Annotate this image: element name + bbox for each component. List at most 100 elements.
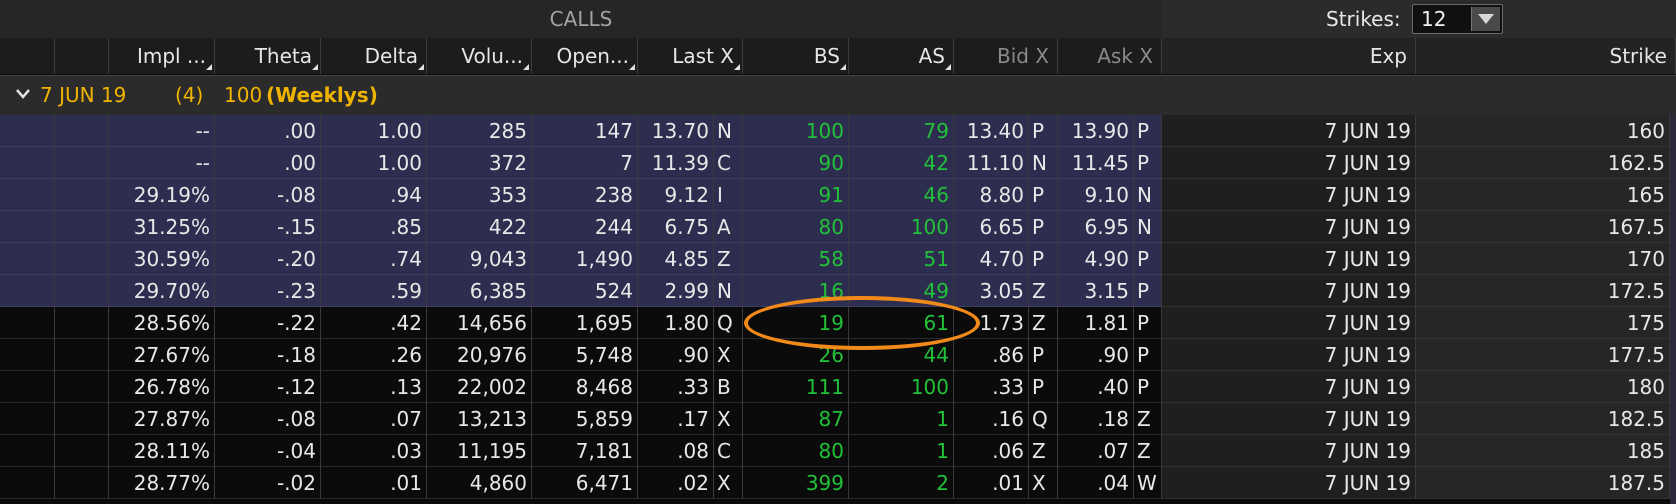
delta-cell[interactable]: .13 bbox=[321, 371, 427, 403]
bid-exchange-cell[interactable]: Z bbox=[1029, 275, 1058, 307]
ask-size-cell[interactable]: 79 bbox=[849, 115, 954, 147]
strike-cell[interactable]: 187.5 bbox=[1416, 467, 1670, 499]
theta-cell[interactable]: -.08 bbox=[215, 403, 321, 435]
bid-size-cell[interactable]: 90 bbox=[743, 147, 849, 179]
open-interest-cell[interactable]: 1,490 bbox=[532, 243, 638, 275]
bid-size-cell[interactable]: 111 bbox=[743, 371, 849, 403]
ask-size-cell[interactable]: 51 bbox=[849, 243, 954, 275]
last-x-header[interactable]: Last X bbox=[638, 38, 743, 74]
ask-cell[interactable]: .40 bbox=[1058, 371, 1134, 403]
volume-cell[interactable]: 372 bbox=[427, 147, 532, 179]
impl-vol-cell[interactable]: 30.59% bbox=[109, 243, 215, 275]
impl-vol-cell[interactable]: 29.19% bbox=[109, 179, 215, 211]
last-cell[interactable]: 11.39 bbox=[638, 147, 714, 179]
volume-cell[interactable]: 4,860 bbox=[427, 467, 532, 499]
ask-size-cell[interactable]: 100 bbox=[849, 371, 954, 403]
last-cell[interactable]: 13.70 bbox=[638, 115, 714, 147]
bid-size-cell[interactable]: 80 bbox=[743, 435, 849, 467]
ask-size-cell[interactable]: 2 bbox=[849, 467, 954, 499]
strike-cell[interactable]: 170 bbox=[1416, 243, 1670, 275]
bid-exchange-cell[interactable]: Z bbox=[1029, 307, 1058, 339]
ask-cell[interactable]: 11.45 bbox=[1058, 147, 1134, 179]
ask-cell[interactable]: 6.95 bbox=[1058, 211, 1134, 243]
strike-cell[interactable]: 177.5 bbox=[1416, 339, 1670, 371]
exp-cell[interactable]: 7 JUN 19 bbox=[1162, 307, 1416, 339]
ask-exchange-cell[interactable]: P bbox=[1134, 307, 1162, 339]
ask-exchange-cell[interactable]: N bbox=[1134, 179, 1162, 211]
volume-cell[interactable]: 353 bbox=[427, 179, 532, 211]
ask-exchange-cell[interactable]: P bbox=[1134, 371, 1162, 403]
ask-size-cell[interactable]: 46 bbox=[849, 179, 954, 211]
impl-vol-cell[interactable]: 28.77% bbox=[109, 467, 215, 499]
ask-size-cell[interactable]: 1 bbox=[849, 403, 954, 435]
last-cell[interactable]: 2.99 bbox=[638, 275, 714, 307]
theta-cell[interactable]: -.20 bbox=[215, 243, 321, 275]
last-cell[interactable]: 6.75 bbox=[638, 211, 714, 243]
theta-cell[interactable]: -.12 bbox=[215, 371, 321, 403]
bid-cell[interactable]: .06 bbox=[954, 435, 1029, 467]
ask-cell[interactable]: 3.15 bbox=[1058, 275, 1134, 307]
theta-cell[interactable]: .00 bbox=[215, 147, 321, 179]
bid-exchange-cell[interactable]: N bbox=[1029, 147, 1058, 179]
delta-header[interactable]: Delta bbox=[321, 38, 427, 74]
bid-size-header[interactable]: BS bbox=[743, 38, 849, 74]
volume-cell[interactable]: 13,213 bbox=[427, 403, 532, 435]
exp-cell[interactable]: 7 JUN 19 bbox=[1162, 275, 1416, 307]
impl-vol-cell[interactable]: 26.78% bbox=[109, 371, 215, 403]
table-row[interactable]: -- .00 1.00 372 7 11.39 C 90 42 11.10 N 11.45 P 7 JUN… bbox=[0, 147, 1676, 179]
table-row[interactable]: 30.59% -.20.74 9,043 1,490 4.85 Z 58 51 4.70 P 4.9… bbox=[0, 243, 1676, 275]
volume-cell[interactable]: 9,043 bbox=[427, 243, 532, 275]
bid-cell[interactable]: 8.80 bbox=[954, 179, 1029, 211]
theta-cell[interactable]: -.15 bbox=[215, 211, 321, 243]
open-interest-cell[interactable]: 7,181 bbox=[532, 435, 638, 467]
ask-size-header[interactable]: AS bbox=[849, 38, 954, 74]
last-cell[interactable]: .33 bbox=[638, 371, 714, 403]
volume-cell[interactable]: 285 bbox=[427, 115, 532, 147]
strike-header[interactable]: Strike bbox=[1416, 38, 1676, 74]
delta-cell[interactable]: .07 bbox=[321, 403, 427, 435]
ask-cell[interactable]: 13.90 bbox=[1058, 115, 1134, 147]
impl-vol-cell[interactable]: 28.11% bbox=[109, 435, 215, 467]
volume-cell[interactable]: 422 bbox=[427, 211, 532, 243]
bid-cell[interactable]: .01 bbox=[954, 467, 1029, 499]
table-row[interactable]: -- .00 1.00 285 147 13.70 N 100 79 13.40 P 13.90 P 7 … bbox=[0, 115, 1676, 147]
last-exchange-cell[interactable]: Q bbox=[714, 307, 743, 339]
delta-cell[interactable]: .42 bbox=[321, 307, 427, 339]
delta-cell[interactable]: .94 bbox=[321, 179, 427, 211]
delta-cell[interactable]: .74 bbox=[321, 243, 427, 275]
ask-cell[interactable]: .04 bbox=[1058, 467, 1134, 499]
ask-size-cell[interactable]: 42 bbox=[849, 147, 954, 179]
ask-cell[interactable]: .90 bbox=[1058, 339, 1134, 371]
strikes-select[interactable]: 12 bbox=[1412, 4, 1503, 34]
impl-vol-cell[interactable]: 29.70% bbox=[109, 275, 215, 307]
table-row[interactable]: 26.78% -.12.13 22,002 8,468.33 B 111 100.33 P .4… bbox=[0, 371, 1676, 403]
open-interest-cell[interactable]: 5,748 bbox=[532, 339, 638, 371]
chevron-down-icon[interactable] bbox=[16, 88, 30, 100]
bid-cell[interactable]: 13.40 bbox=[954, 115, 1029, 147]
delta-cell[interactable]: .01 bbox=[321, 467, 427, 499]
exp-cell[interactable]: 7 JUN 19 bbox=[1162, 371, 1416, 403]
last-cell[interactable]: .02 bbox=[638, 467, 714, 499]
strike-cell[interactable]: 182.5 bbox=[1416, 403, 1670, 435]
scrollbar[interactable] bbox=[1670, 115, 1676, 504]
bid-cell[interactable]: .86 bbox=[954, 339, 1029, 371]
ask-size-cell[interactable]: 100 bbox=[849, 211, 954, 243]
last-exchange-cell[interactable]: I bbox=[714, 179, 743, 211]
ask-cell[interactable]: 4.90 bbox=[1058, 243, 1134, 275]
theta-cell[interactable]: -.02 bbox=[215, 467, 321, 499]
exp-cell[interactable]: 7 JUN 19 bbox=[1162, 179, 1416, 211]
open-interest-cell[interactable]: 147 bbox=[532, 115, 638, 147]
bid-cell[interactable]: 6.65 bbox=[954, 211, 1029, 243]
bid-exchange-cell[interactable]: X bbox=[1029, 467, 1058, 499]
bid-size-cell[interactable]: 91 bbox=[743, 179, 849, 211]
delta-cell[interactable]: .26 bbox=[321, 339, 427, 371]
delta-cell[interactable]: .59 bbox=[321, 275, 427, 307]
bid-exchange-cell[interactable]: P bbox=[1029, 211, 1058, 243]
strike-cell[interactable]: 162.5 bbox=[1416, 147, 1670, 179]
theta-cell[interactable]: -.23 bbox=[215, 275, 321, 307]
last-exchange-cell[interactable]: N bbox=[714, 115, 743, 147]
open-interest-cell[interactable]: 1,695 bbox=[532, 307, 638, 339]
bid-exchange-cell[interactable]: Z bbox=[1029, 435, 1058, 467]
strike-cell[interactable]: 167.5 bbox=[1416, 211, 1670, 243]
impl-vol-cell[interactable]: 27.87% bbox=[109, 403, 215, 435]
